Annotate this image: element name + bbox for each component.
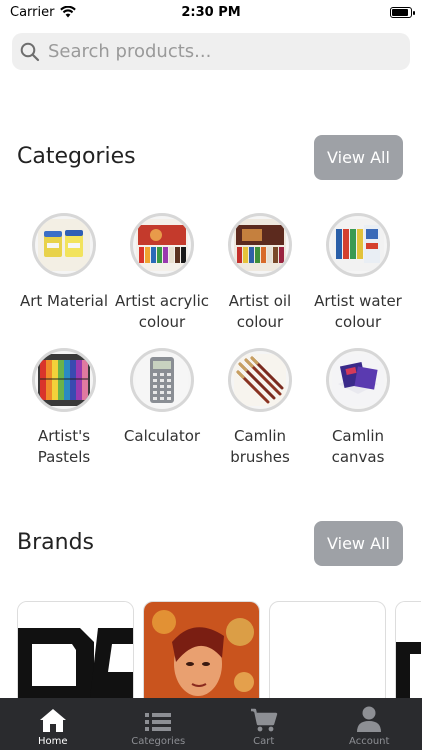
brand-partial-image <box>396 602 421 710</box>
category-artist-oil[interactable]: Artist oil colour <box>211 213 309 333</box>
brand-card-partial[interactable] <box>395 601 421 711</box>
brand-card-blank[interactable] <box>269 601 386 711</box>
categories-title: Categories <box>17 144 136 169</box>
list-icon <box>145 713 172 731</box>
art-material-image <box>32 213 96 277</box>
category-label: Artist acrylic colour <box>114 292 209 331</box>
brands-title: Brands <box>17 530 94 555</box>
category-row: Artist's Pastels Calculator Camlin brush… <box>15 348 407 468</box>
status-left: Carrier <box>10 4 77 20</box>
status-bar: Carrier 2:30 PM <box>0 0 422 24</box>
tab-label: Cart <box>253 736 275 747</box>
category-camlin-brushes[interactable]: Camlin brushes <box>211 348 309 468</box>
tab-label: Categories <box>131 736 186 747</box>
wifi-icon <box>60 6 77 18</box>
carrier-label: Carrier <box>10 4 55 20</box>
categories-view-all-button[interactable]: View All <box>314 135 403 180</box>
search-input[interactable] <box>46 40 410 63</box>
category-label: Camlin brushes <box>230 427 290 466</box>
tab-cart[interactable]: Cart <box>211 698 317 750</box>
category-artist-acrylic[interactable]: Artist acrylic colour <box>113 213 211 333</box>
category-label: Artist water colour <box>314 292 402 331</box>
category-artist-water[interactable]: Artist water colour <box>309 213 407 333</box>
category-label: Art Material <box>19 292 108 310</box>
category-row: Art Material Artist acrylic colour Artis… <box>15 213 407 333</box>
canvas-image <box>326 348 390 412</box>
brand-logo-image <box>18 602 133 710</box>
category-label: Camlin canvas <box>331 427 385 466</box>
category-label: Artist oil colour <box>228 292 292 331</box>
category-label: Calculator <box>123 427 201 445</box>
tab-account[interactable]: Account <box>317 698 422 750</box>
search-icon <box>20 42 40 61</box>
brands-row <box>17 601 421 711</box>
category-grid: Art Material Artist acrylic colour Artis… <box>15 213 407 468</box>
screen: Carrier 2:30 PM Categories View All <box>0 0 422 750</box>
brand-card-logo-d[interactable] <box>17 601 134 711</box>
category-art-material[interactable]: Art Material <box>15 213 113 333</box>
pastels-image <box>32 348 96 412</box>
cart-icon <box>250 708 277 732</box>
category-artists-pastels[interactable]: Artist's Pastels <box>15 348 113 468</box>
category-label: Artist's Pastels <box>37 427 91 466</box>
calculator-image <box>130 348 194 412</box>
tab-label: Home <box>37 736 68 747</box>
category-camlin-canvas[interactable]: Camlin canvas <box>309 348 407 468</box>
tab-categories[interactable]: Categories <box>106 698 212 750</box>
brands-view-all-button[interactable]: View All <box>314 521 403 566</box>
search-bar[interactable] <box>12 33 410 70</box>
watercolour-tubes-image <box>326 213 390 277</box>
battery-icon <box>390 6 415 18</box>
tab-home[interactable]: Home <box>0 698 106 750</box>
home-icon <box>39 709 66 732</box>
oil-tubes-image <box>228 213 292 277</box>
brand-painting-image <box>144 602 259 710</box>
tab-bar: Home Categories Cart Account <box>0 698 422 750</box>
category-calculator[interactable]: Calculator <box>113 348 211 468</box>
tab-label: Account <box>349 736 390 747</box>
acrylic-tubes-image <box>130 213 194 277</box>
user-icon <box>357 706 382 732</box>
brand-card-painting[interactable] <box>143 601 260 711</box>
brushes-image <box>228 348 292 412</box>
